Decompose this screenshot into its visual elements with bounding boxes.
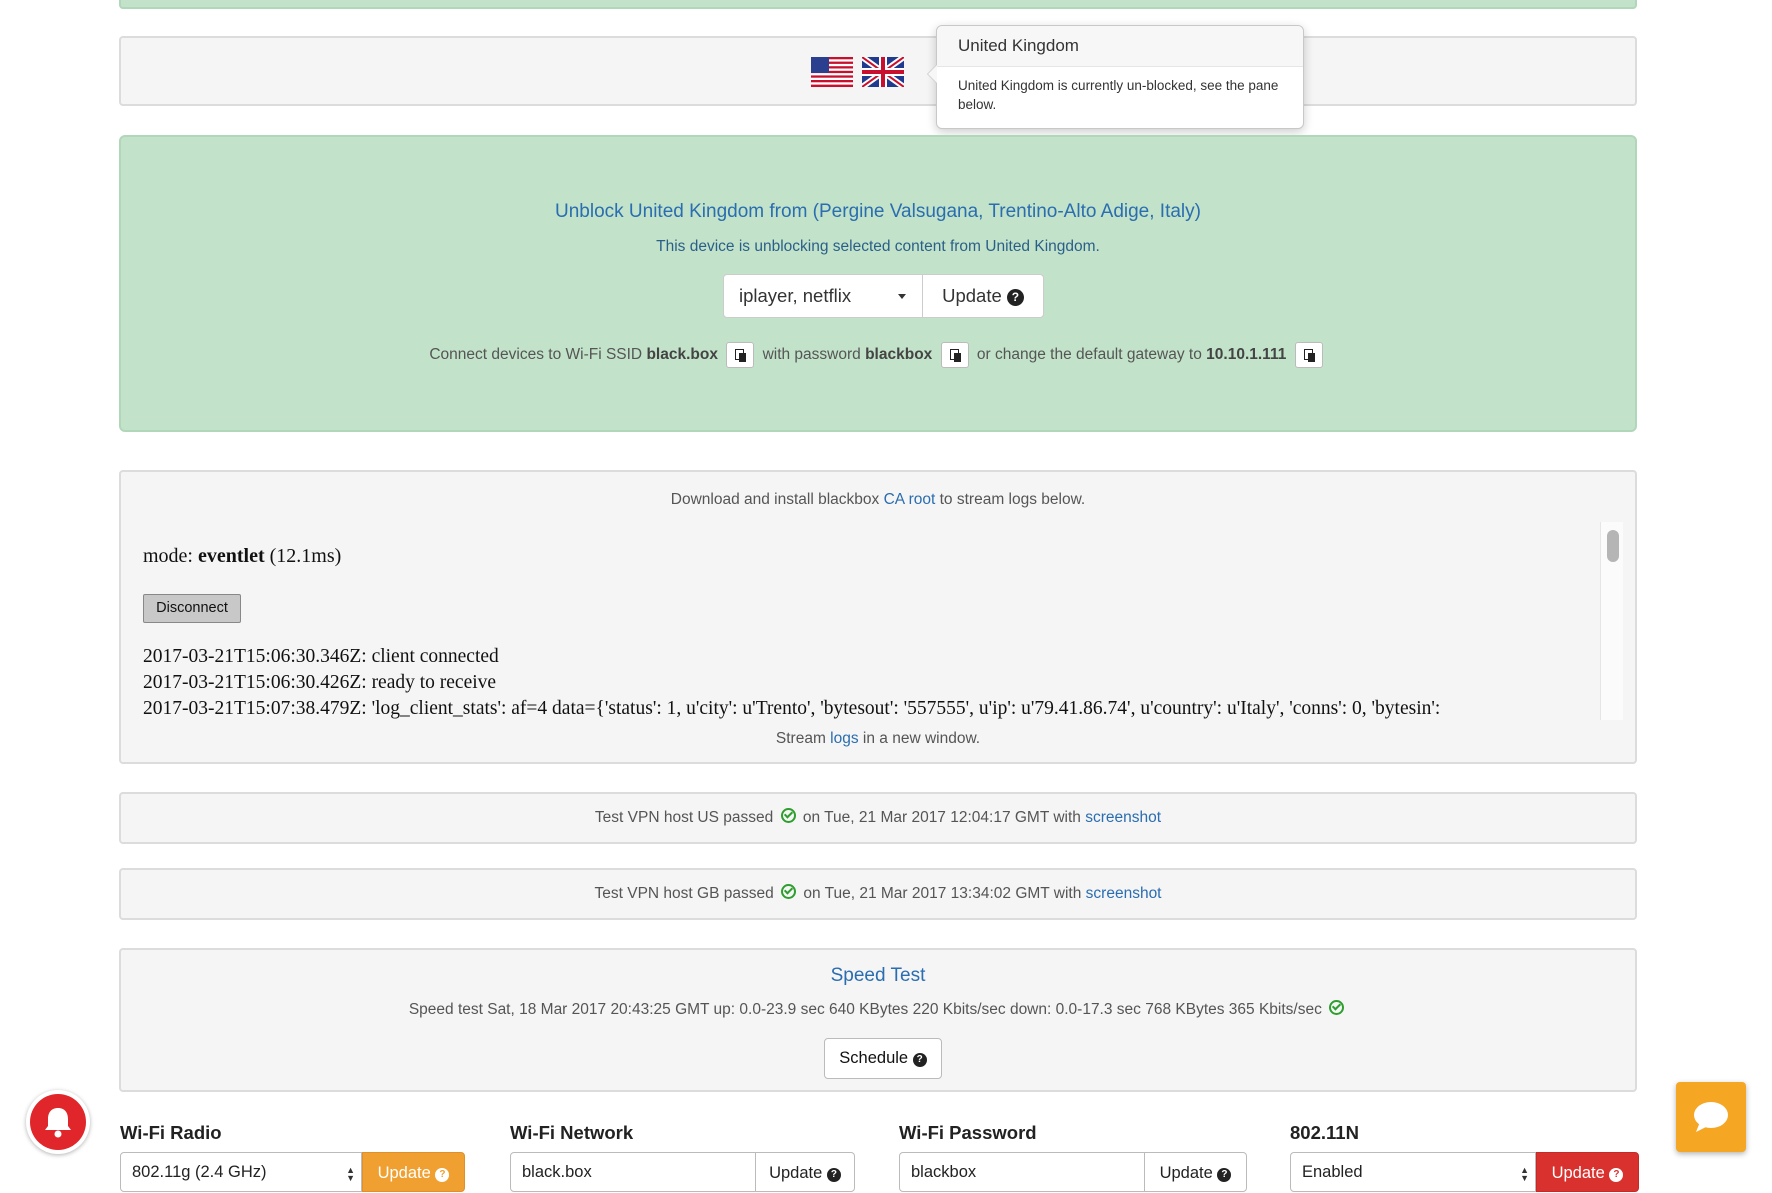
vpn-test-date: on Tue, 21 Mar 2017 13:34:02 GMT with <box>803 885 1082 902</box>
speed-test-text: Speed test Sat, 18 Mar 2017 20:43:25 GMT… <box>408 1001 1322 1018</box>
80211n-update-button[interactable]: Update ? <box>1536 1152 1639 1192</box>
us-flag-icon[interactable] <box>811 57 853 87</box>
mode-value: eventlet <box>198 545 265 567</box>
password-prefix: with password <box>762 346 861 364</box>
vpn-test-us-panel: Test VPN host US passed on Tue, 21 Mar 2… <box>119 792 1637 844</box>
notification-background <box>30 1094 86 1150</box>
chat-bubble-icon <box>1694 1102 1728 1132</box>
gateway-value: 10.10.1.111 <box>1206 346 1287 364</box>
uk-flag-icon[interactable] <box>862 57 904 87</box>
question-circle-icon: ? <box>912 1053 927 1067</box>
question-circle-icon: ? <box>826 1168 841 1182</box>
wifi-radio-label: Wi-Fi Radio <box>120 1122 222 1143</box>
stream-prefix: Stream <box>775 730 826 747</box>
wifi-password-update-button[interactable]: Update ? <box>1144 1152 1247 1192</box>
update-label: Update <box>769 1164 823 1182</box>
log-line: 2017-03-21T15:07:38.479Z: 'log_client_st… <box>143 698 1441 719</box>
chat-button[interactable] <box>1676 1082 1746 1152</box>
ssid-value: black.box <box>646 346 718 364</box>
mode-prefix: mode: <box>143 545 193 567</box>
vpn-gb-screenshot-link[interactable]: screenshot <box>1086 885 1162 902</box>
unblock-title: Unblock United Kingdom from (Pergine Val… <box>555 201 1201 222</box>
caret-down-icon <box>898 294 906 299</box>
schedule-button[interactable]: Schedule ? <box>824 1038 942 1079</box>
connect-instructions: Connect devices to Wi-Fi SSID black.box … <box>121 342 1635 368</box>
mode-time: (12.1ms) <box>269 545 342 567</box>
schedule-label: Schedule <box>839 1049 909 1067</box>
copy-ssid-icon[interactable] <box>726 342 755 368</box>
update-label: Update <box>1159 1164 1213 1182</box>
wifi-password-label: Wi-Fi Password <box>899 1122 1037 1143</box>
ca-root-link[interactable]: CA root <box>884 491 936 508</box>
update-label: Update <box>1551 1164 1605 1182</box>
tooltip-title: United Kingdom <box>937 26 1303 67</box>
update-label: Update <box>377 1164 431 1182</box>
copy-password-icon[interactable] <box>940 342 969 368</box>
speed-test-panel: Speed Test Speed test Sat, 18 Mar 2017 2… <box>119 948 1637 1092</box>
services-select-value: iplayer, netflix <box>739 285 852 306</box>
vpn-test-label: Test VPN host GB passed <box>594 885 774 902</box>
question-circle-icon: ? <box>1006 289 1024 306</box>
vpn-test-gb-text: Test VPN host GB passed on Tue, 21 Mar 2… <box>121 884 1635 903</box>
wifi-radio-select[interactable]: 802.11g (2.4 GHz) ▲ ▼ <box>120 1152 362 1192</box>
question-circle-icon: ? <box>1217 1168 1232 1182</box>
stream-logs-link[interactable]: logs <box>830 730 858 747</box>
question-circle-icon: ? <box>1609 1168 1624 1182</box>
unblock-panel: Unblock United Kingdom from (Pergine Val… <box>119 135 1637 432</box>
unblock-subtitle: This device is unblocking selected conte… <box>656 238 1100 255</box>
check-circle-icon <box>781 884 797 899</box>
wifi-network-input[interactable]: black.box <box>510 1152 756 1192</box>
wifi-radio-value: 802.11g (2.4 GHz) <box>132 1163 267 1181</box>
country-tooltip: United Kingdom United Kingdom is current… <box>927 25 1304 129</box>
vpn-test-us-text: Test VPN host US passed on Tue, 21 Mar 2… <box>121 808 1635 827</box>
logs-panel: Download and install blackbox CA root to… <box>119 470 1637 764</box>
check-circle-icon <box>1329 1000 1345 1015</box>
80211n-value: Enabled <box>1302 1163 1363 1181</box>
select-arrows-icon: ▲ ▼ <box>346 1165 355 1183</box>
download-suffix: to stream logs below. <box>939 491 1086 508</box>
80211n-label: 802.11N <box>1290 1122 1359 1143</box>
gateway-prefix: or change the default gateway to <box>976 346 1202 364</box>
services-select[interactable]: iplayer, netflix <box>723 274 923 318</box>
connect-prefix: Connect devices to Wi-Fi SSID <box>429 346 643 364</box>
log-lines: 2017-03-21T15:06:30.346Z: client connect… <box>143 644 1440 720</box>
log-line: 2017-03-21T15:06:30.426Z: ready to recei… <box>143 672 497 693</box>
80211n-select[interactable]: Enabled ▲ ▼ <box>1290 1152 1536 1192</box>
vpn-us-screenshot-link[interactable]: screenshot <box>1085 809 1161 826</box>
wifi-password-input[interactable]: blackbox <box>899 1152 1145 1192</box>
log-line: 2017-03-21T15:06:30.346Z: client connect… <box>143 646 499 667</box>
top-status-bar <box>119 0 1637 9</box>
wifi-network-label: Wi-Fi Network <box>510 1122 634 1143</box>
speed-test-title[interactable]: Speed Test <box>121 965 1635 987</box>
disconnect-button[interactable]: Disconnect <box>143 594 241 623</box>
log-scrollbar[interactable] <box>1600 522 1623 720</box>
password-value: blackbox <box>865 346 933 364</box>
download-prefix: Download and install blackbox <box>670 491 880 508</box>
question-circle-icon: ? <box>435 1168 450 1182</box>
vpn-test-label: Test VPN host US passed <box>594 809 774 826</box>
tooltip-body: United Kingdom is currently un-blocked, … <box>958 78 1279 112</box>
stream-suffix: in a new window. <box>862 730 981 747</box>
notification-button[interactable] <box>26 1090 90 1154</box>
unblock-update-button[interactable]: Update ? <box>922 274 1044 318</box>
log-stream-frame[interactable]: mode: eventlet (12.1ms) Disconnect 2017-… <box>143 522 1603 720</box>
select-arrows-icon: ▲ ▼ <box>1520 1165 1529 1183</box>
wifi-network-update-button[interactable]: Update ? <box>755 1152 855 1192</box>
update-button-label: Update <box>942 285 1002 306</box>
tooltip-arrow <box>927 64 937 84</box>
wifi-radio-update-button[interactable]: Update ? <box>362 1152 465 1192</box>
check-circle-icon <box>780 808 796 823</box>
logs-download-text: Download and install blackbox CA root to… <box>121 491 1635 509</box>
speed-test-result: Speed test Sat, 18 Mar 2017 20:43:25 GMT… <box>121 1000 1635 1019</box>
bell-icon <box>45 1108 71 1138</box>
vpn-test-gb-panel: Test VPN host GB passed on Tue, 21 Mar 2… <box>119 868 1637 920</box>
mode-line: mode: eventlet (12.1ms) <box>143 545 341 568</box>
stream-logs-text: Stream logs in a new window. <box>121 730 1635 748</box>
log-scrollbar-thumb[interactable] <box>1607 530 1619 562</box>
vpn-test-date: on Tue, 21 Mar 2017 12:04:17 GMT with <box>802 809 1081 826</box>
copy-gateway-icon[interactable] <box>1294 342 1323 368</box>
